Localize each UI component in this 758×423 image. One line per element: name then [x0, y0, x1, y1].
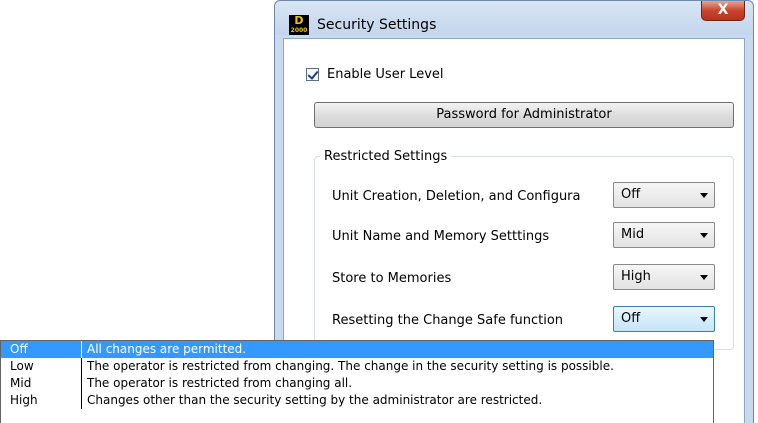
setting-label-unit-creation: Unit Creation, Deletion, and Configura	[332, 189, 581, 204]
chevron-down-icon	[700, 317, 708, 322]
enable-user-level-label: Enable User Level	[327, 67, 444, 82]
password-for-administrator-button[interactable]: Password for Administrator	[314, 102, 734, 128]
setting-label-resetting-change-safe: Resetting the Change Safe function	[332, 313, 564, 328]
setting-label-unit-name-memory: Unit Name and Memory Setttings	[332, 229, 550, 244]
unit-name-memory-select-value: Mid	[621, 227, 645, 242]
store-to-memories-select-value: High	[621, 269, 651, 284]
column-divider	[81, 392, 82, 409]
dropdown-option-high[interactable]: High Changes other than the security set…	[1, 392, 713, 409]
option-key: Low	[10, 359, 34, 373]
option-description: Changes other than the security setting …	[87, 393, 543, 407]
resetting-change-safe-select[interactable]: Off	[613, 306, 715, 332]
resetting-change-safe-select-value: Off	[621, 311, 641, 326]
restricted-settings-title: Restricted Settings	[320, 149, 452, 164]
store-to-memories-select[interactable]: High	[613, 264, 715, 290]
security-level-dropdown-list: Off All changes are permitted. Low The o…	[0, 340, 714, 423]
chevron-down-icon	[700, 275, 708, 280]
option-key: High	[10, 393, 38, 407]
chevron-down-icon	[700, 193, 708, 198]
column-divider	[81, 375, 82, 392]
dropdown-option-low[interactable]: Low The operator is restricted from chan…	[1, 358, 713, 375]
option-key: Off	[10, 342, 28, 356]
unit-creation-select[interactable]: Off	[613, 182, 715, 208]
setting-label-store-to-memories: Store to Memories	[332, 271, 452, 286]
unit-name-memory-select[interactable]: Mid	[613, 222, 715, 248]
column-divider	[81, 358, 82, 375]
dropdown-option-off[interactable]: Off All changes are permitted.	[1, 341, 713, 358]
dropdown-option-mid[interactable]: Mid The operator is restricted from chan…	[1, 375, 713, 392]
chevron-down-icon	[700, 233, 708, 238]
enable-user-level-checkbox-row[interactable]: Enable User Level	[306, 67, 444, 82]
option-key: Mid	[10, 376, 32, 390]
option-description: The operator is restricted from changing…	[87, 359, 614, 373]
option-description: All changes are permitted.	[87, 342, 247, 356]
enable-user-level-checkbox[interactable]	[306, 68, 319, 81]
unit-creation-select-value: Off	[621, 187, 641, 202]
option-description: The operator is restricted from changing…	[87, 376, 353, 390]
column-divider	[81, 341, 82, 358]
